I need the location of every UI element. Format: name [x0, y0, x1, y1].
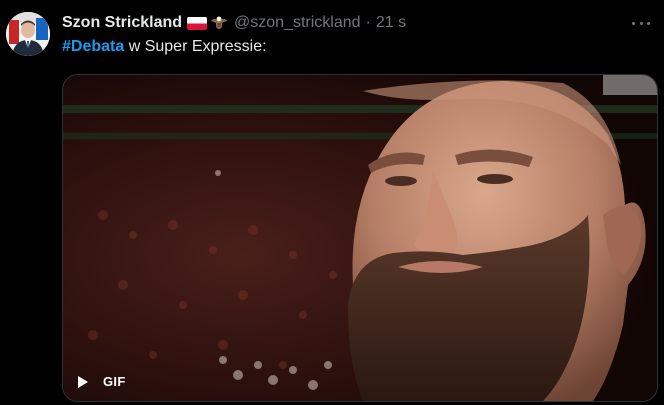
gif-frame	[63, 75, 657, 401]
tweet-text-body: w Super Expressie:	[124, 38, 267, 55]
play-icon[interactable]	[77, 375, 89, 389]
eagle-icon	[210, 15, 228, 31]
poland-flag-icon	[187, 16, 208, 30]
display-name[interactable]: Szon Strickland	[62, 14, 182, 32]
user-handle[interactable]: @szon_strickland	[234, 14, 361, 32]
tweet-timestamp[interactable]: 21 s	[376, 14, 406, 32]
gif-badge: GIF	[103, 374, 126, 389]
tweet[interactable]: Szon Strickland @szon_strickland · 21 s …	[0, 0, 664, 405]
header-separator: ·	[365, 14, 371, 31]
avatar[interactable]	[6, 12, 50, 56]
more-horizontal-icon[interactable]	[632, 14, 650, 32]
hashtag-link[interactable]: #Debata	[62, 38, 124, 55]
gif-controls: GIF	[77, 374, 126, 389]
avatar-image	[6, 12, 50, 56]
tweet-header: Szon Strickland @szon_strickland · 21 s	[62, 12, 406, 34]
gif-media[interactable]: GIF	[62, 74, 658, 402]
tweet-text: #Debata w Super Expressie:	[62, 38, 267, 56]
